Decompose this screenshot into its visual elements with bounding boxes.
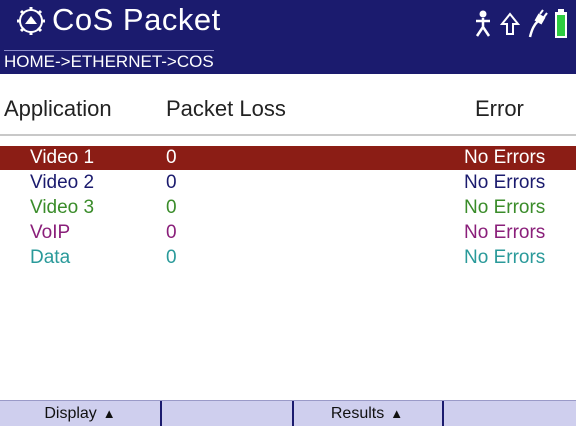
header-divider — [0, 134, 576, 136]
up-arrow-icon — [500, 12, 520, 35]
up-triangle-icon: ▲ — [102, 406, 116, 421]
blank-softkey-4[interactable] — [442, 401, 576, 426]
cell-error: No Errors — [464, 197, 546, 218]
title-bar: CoS Packet HOME->ETHERNET->COS — [0, 0, 576, 74]
gear-icon — [17, 7, 45, 35]
cell-error: No Errors — [464, 147, 546, 168]
cell-packet-loss: 0 — [166, 197, 177, 218]
table-row[interactable]: Data 0 No Errors — [0, 246, 576, 270]
cell-packet-loss: 0 — [166, 247, 177, 268]
up-triangle-icon: ▲ — [390, 406, 404, 421]
cell-application: Video 1 — [30, 147, 95, 168]
page-title: CoS Packet — [52, 2, 221, 37]
cell-packet-loss: 0 — [166, 172, 177, 193]
person-icon — [475, 10, 491, 37]
cell-application: Video 3 — [30, 197, 95, 218]
table-header: Application Packet Loss Error — [0, 96, 576, 132]
cell-error: No Errors — [464, 247, 546, 268]
cell-packet-loss: 0 — [166, 222, 177, 243]
column-header-application: Application — [4, 96, 112, 121]
status-icons — [472, 8, 568, 40]
cell-error: No Errors — [464, 172, 546, 193]
cell-application: VoIP — [30, 222, 71, 243]
plug-icon — [528, 9, 548, 38]
cell-application: Video 2 — [30, 172, 95, 193]
cell-packet-loss: 0 — [166, 147, 177, 168]
table-row[interactable]: Video 2 0 No Errors — [0, 171, 576, 195]
table-row[interactable]: Video 1 0 No Errors — [0, 146, 576, 170]
softkey-bar: Display ▲ Results ▲ — [0, 400, 576, 426]
results-softkey[interactable]: Results ▲ — [292, 401, 444, 426]
breadcrumb: HOME->ETHERNET->COS — [4, 50, 214, 71]
column-header-error: Error — [475, 96, 524, 121]
softkey-label: Display — [44, 405, 97, 422]
softkey-label: Results — [330, 405, 385, 422]
display-softkey[interactable]: Display ▲ — [0, 401, 162, 426]
column-header-packet-loss: Packet Loss — [166, 96, 286, 121]
cell-application: Data — [30, 247, 71, 268]
blank-softkey-2[interactable] — [160, 401, 294, 426]
table-row[interactable]: VoIP 0 No Errors — [0, 221, 576, 245]
cell-error: No Errors — [464, 222, 546, 243]
battery-icon — [555, 9, 567, 38]
table-row[interactable]: Video 3 0 No Errors — [0, 196, 576, 220]
